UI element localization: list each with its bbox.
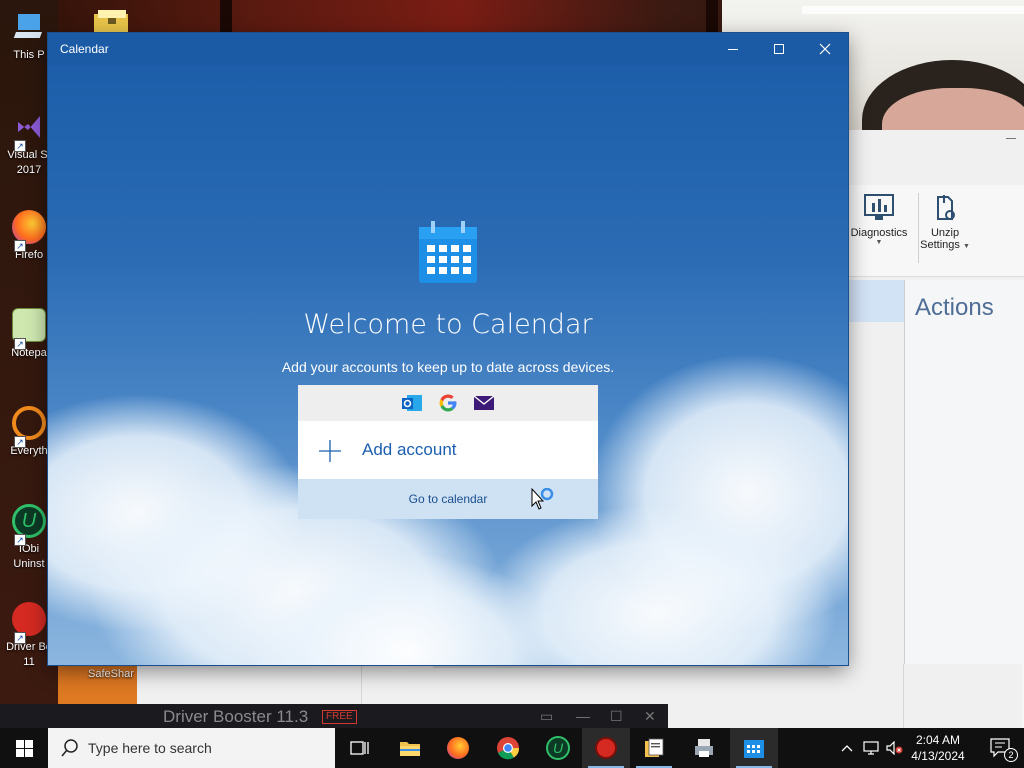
iobit-uninstaller-icon: U [12,504,46,538]
feedback-icon[interactable]: ▭ [540,708,553,725]
shortcut-arrow-icon: ↗ [14,534,26,546]
shortcut-arrow-icon: ↗ [14,436,26,448]
driver-booster-window: Driver Booster 11.3 FREE ▭ — ☐ ✕ [0,704,668,728]
close-icon[interactable]: ✕ [644,708,656,725]
printer-icon [695,739,713,757]
unzip-settings-button[interactable]: Unzip Settings ▼ [920,193,970,253]
volume-button[interactable] [884,728,906,768]
calendar-taskbar-button[interactable] [730,728,778,768]
provider-icons-row [298,385,598,421]
selected-row-highlight [848,280,904,322]
folder-icon [400,742,420,756]
search-input[interactable]: Type here to search [48,728,335,768]
ribbon: Diagnostics ▼ Unzip Settings ▼ [848,185,1024,277]
notification-count-badge: 2 [1004,748,1018,762]
start-button[interactable] [0,728,48,768]
everything-search-icon [12,406,46,440]
chrome-taskbar-button[interactable] [484,728,532,768]
unzip-settings-icon [930,193,960,223]
printer-app-taskbar-button[interactable] [680,728,728,768]
clock-date: 4/13/2024 [911,749,965,763]
shortcut-arrow-icon: ↗ [14,338,26,350]
maximize-icon[interactable]: ☐ [610,708,623,725]
driver-booster-taskbar-button[interactable] [582,728,630,768]
task-view-button[interactable] [336,728,384,768]
settings-label-row: Settings ▼ [920,239,970,253]
driver-booster-title: Driver Booster 11.3 [163,707,309,726]
dropdown-arrow-icon: ▼ [875,239,883,246]
welcome-heading: Welcome to Calendar [303,309,593,340]
file-explorer-button[interactable] [386,728,434,768]
shortcut-arrow-icon: ↗ [14,240,26,252]
mail-icon [473,392,495,414]
iobit-uninstaller-taskbar-button[interactable]: U [534,728,582,768]
monitor-icon [12,10,46,44]
file-manager-taskbar-button[interactable] [630,728,678,768]
search-icon [61,739,78,757]
calendar-window: Calendar Welcome to Calendar Add your ac… [48,33,848,665]
driver-booster-icon [12,602,46,636]
calendar-app-icon [419,221,477,283]
shortcut-arrow-icon: ↗ [14,140,26,152]
iobit-uninstaller-icon: U [546,736,570,760]
free-badge: FREE [322,710,357,724]
desktop-icon-safeshare-label[interactable]: SafeShar [88,668,134,680]
action-center-button[interactable]: 2 [978,728,1024,768]
add-account-label: Add account [362,440,457,459]
calendar-icon [744,740,764,758]
taskbar: Type here to search U 2:04 AM 4/13/2024 … [0,728,1024,768]
outlook-icon [401,392,423,414]
go-to-calendar-label: Go to calendar [408,492,488,506]
actions-title: Actions [915,294,994,321]
maximize-button[interactable] [756,33,802,65]
window-title: Calendar [60,42,109,56]
network-status-button[interactable] [860,728,882,768]
wallpaper-stripe [220,0,232,34]
windows-logo-icon [15,739,33,757]
diagnostics-label: Diagnostics [850,227,908,239]
diagnostics-button[interactable]: Diagnostics ▼ [848,193,910,246]
notepad-plus-plus-icon [12,308,46,342]
visual-studio-icon [12,110,46,144]
dropdown-arrow-icon: ▼ [962,243,970,250]
firefox-taskbar-button[interactable] [434,728,482,768]
search-placeholder: Type here to search [88,740,212,756]
ribbon-separator [918,193,919,263]
background-app-window: Diagnostics ▼ Unzip Settings ▼ Actions [848,130,1024,728]
wallpaper-stripe [706,0,718,34]
shortcut-arrow-icon: ↗ [14,632,26,644]
actions-panel: Actions [904,280,1024,728]
plus-icon [319,440,341,462]
diagnostics-icon [864,193,894,223]
close-button[interactable] [802,33,848,65]
network-icon [863,741,879,755]
pane-divider [903,664,904,728]
maximize-icon [774,44,784,54]
firefox-icon [12,210,46,244]
system-clock[interactable]: 2:04 AM 4/13/2024 [906,732,970,764]
settings-label: Settings [920,239,960,251]
firefox-icon [447,737,469,759]
minimize-icon [728,48,738,50]
task-view-icon [350,741,369,755]
minimize-icon[interactable] [1006,138,1016,139]
google-icon [437,392,459,414]
calendar-titlebar[interactable]: Calendar [48,33,848,65]
driver-booster-icon [595,737,617,759]
close-icon [819,43,831,55]
unzip-label: Unzip [930,227,960,239]
add-account-button[interactable]: Add account [298,421,598,479]
webcam-light-bar [802,6,1024,14]
minimize-icon[interactable]: — [576,708,590,724]
document-folder-icon [645,738,664,757]
welcome-subtitle: Add your accounts to keep up to date acr… [281,359,615,375]
chrome-icon [497,737,520,760]
volume-muted-icon [886,741,903,755]
minimize-button[interactable] [710,33,756,65]
mouse-cursor-busy-icon [531,487,554,514]
show-hidden-icons-button[interactable] [836,728,858,768]
chevron-up-icon [841,745,853,752]
clock-time: 2:04 AM [915,733,961,747]
